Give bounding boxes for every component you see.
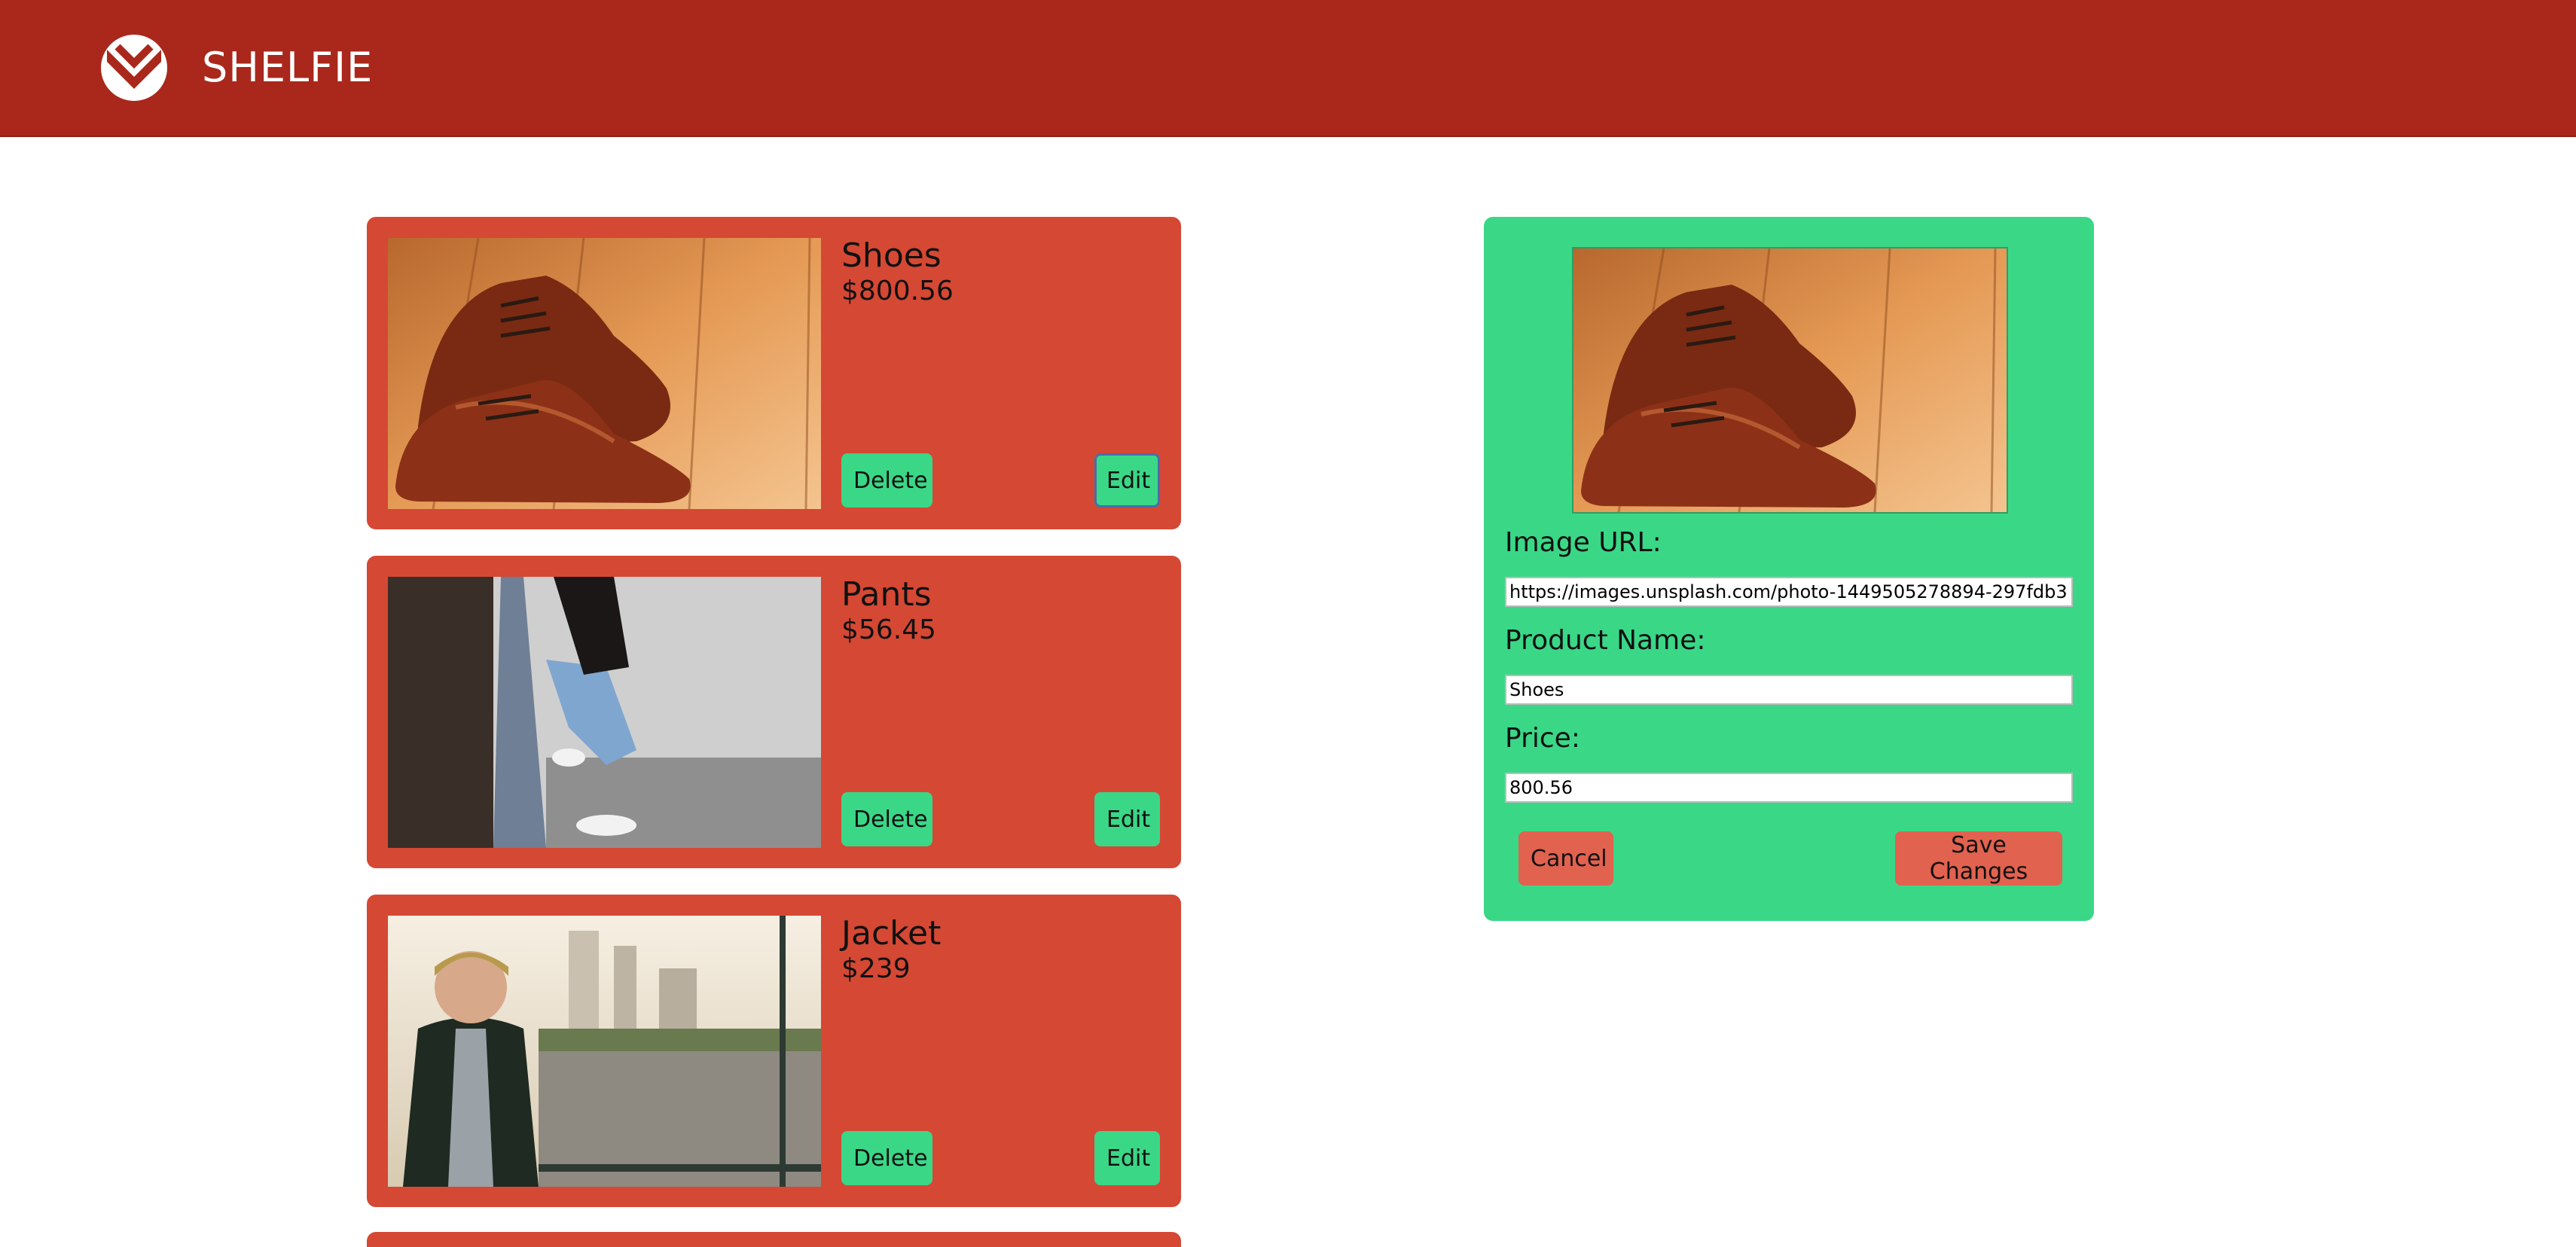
edit-button[interactable]: Edit	[1094, 1131, 1160, 1185]
product-image	[388, 577, 821, 848]
delete-button[interactable]: Delete	[841, 792, 932, 846]
cancel-button[interactable]: Cancel	[1518, 831, 1613, 886]
product-price: $800.56	[841, 276, 954, 306]
product-image	[388, 916, 821, 1187]
product-name: Pants	[841, 575, 932, 614]
delete-button[interactable]: Delete	[841, 453, 932, 508]
product-name: Jacket	[841, 914, 942, 953]
save-changes-button[interactable]: Save Changes	[1895, 831, 2062, 886]
product-price: $239	[841, 953, 911, 984]
product-name-label: Product Name:	[1505, 625, 1706, 656]
edit-button[interactable]: Edit	[1094, 792, 1160, 846]
price-label: Price:	[1505, 723, 1580, 754]
edit-button[interactable]: Edit	[1094, 453, 1160, 508]
app-title: SHELFIE	[202, 44, 374, 91]
image-url-input[interactable]	[1505, 577, 2073, 607]
product-card	[367, 1232, 1181, 1247]
product-card: Pants $56.45 Delete Edit	[367, 556, 1181, 868]
delete-button[interactable]: Delete	[841, 1131, 932, 1185]
edit-product-form: Image URL: Product Name: Price: Cancel S…	[1484, 217, 2094, 921]
product-card: Shoes $800.56 Delete Edit	[367, 217, 1181, 529]
image-preview	[1572, 247, 2008, 514]
image-url-label: Image URL:	[1505, 527, 1662, 558]
product-price: $56.45	[841, 614, 936, 645]
price-input[interactable]	[1505, 773, 2073, 803]
product-card: Jacket $239 Delete Edit	[367, 895, 1181, 1207]
app-header: SHELFIE	[0, 0, 2576, 137]
check-shield-icon[interactable]	[99, 33, 169, 102]
product-name: Shoes	[841, 236, 942, 275]
product-name-input[interactable]	[1505, 675, 2073, 705]
product-image	[388, 238, 821, 509]
